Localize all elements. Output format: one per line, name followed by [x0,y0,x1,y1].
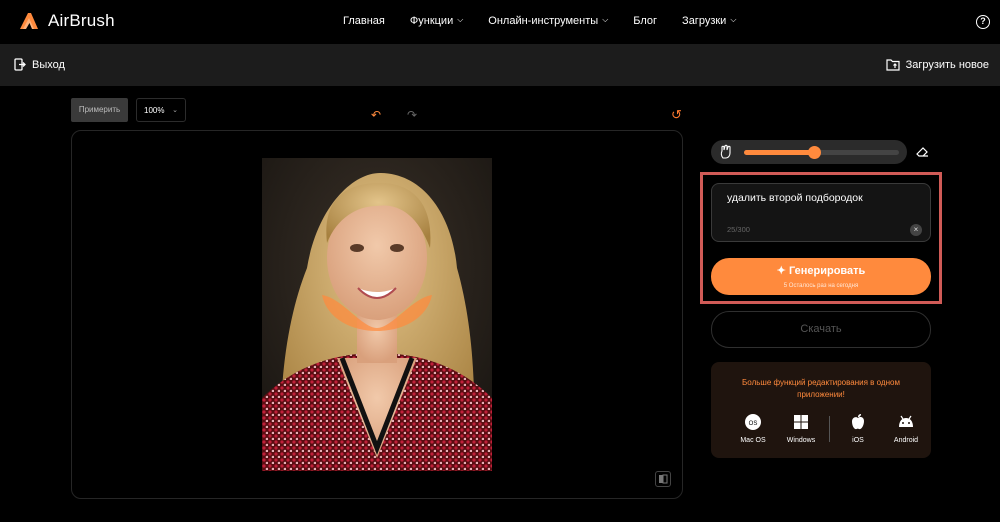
prompt-input[interactable]: удалить второй подбородок 25/300 × [711,183,931,242]
hand-brush-icon [720,144,731,159]
zoom-select[interactable]: 100% ⌄ [136,98,186,122]
macos-icon: OS [745,414,761,430]
nav-item-downloads[interactable]: Загрузки ⌵ [682,15,736,27]
exit-button[interactable]: Выход [14,58,65,71]
brush-size-slider[interactable] [744,146,899,159]
download-button[interactable]: Скачать [711,311,931,348]
app-promo: Больше функций редактирования в одном пр… [711,362,931,458]
platform-macos[interactable]: OS Mac OS [729,412,777,444]
promo-title: Больше функций редактирования в одном пр… [742,378,900,399]
generate-button[interactable]: ✦ Генерировать 5 Осталось раз на сегодня [711,258,931,295]
sparkle-icon: ✦ [776,265,786,277]
brand-logo[interactable]: AirBrush [18,10,115,32]
zoom-value: 100% [144,105,165,115]
prompt-text: удалить второй подбородок [727,192,863,204]
nav-item-label: Блог [633,15,658,27]
platform-label: iOS [852,437,864,444]
clear-icon[interactable]: × [910,224,922,236]
platform-label: Windows [786,437,816,444]
remaining-uses: 5 Осталось раз на сегодня [783,283,859,289]
divider [829,416,830,442]
nav-item-label: Онлайн-инструменты [488,15,599,27]
redo-icon[interactable]: ↷ [407,108,417,122]
nav-item-label: Функции [409,15,454,27]
platform-list: OS Mac OS Windows iOS Android [729,412,930,444]
reset-icon[interactable]: ↺ [671,107,682,123]
upload-folder-icon [885,59,900,71]
photo-preview[interactable] [262,158,492,471]
portrait-image [262,158,492,471]
platform-ios[interactable]: iOS [834,412,882,444]
chevron-down-icon: ⌵ [457,15,464,24]
question-circle-icon[interactable]: ? [976,15,990,29]
nav-item-home[interactable]: Главная [343,15,385,27]
eraser-icon[interactable] [915,145,929,163]
upload-new-button[interactable]: Загрузить новое [885,58,989,71]
platform-windows[interactable]: Windows [777,412,825,444]
nav-item-online-tools[interactable]: Онлайн-инструменты ⌵ [488,15,608,27]
platform-label: Android [893,437,919,444]
windows-icon [794,415,808,429]
exit-icon [14,58,26,71]
undo-icon[interactable]: ↶ [371,108,381,122]
nav-item-blog[interactable]: Блог [633,15,657,27]
exit-label: Выход [32,58,65,71]
editor-toolbar: Выход Загрузить новое [0,44,1000,86]
brush-size-control [711,140,907,164]
slider-handle[interactable] [807,146,821,159]
svg-text:OS: OS [749,421,758,427]
try-on-button[interactable]: Примерить [71,98,128,122]
chevron-down-icon: ⌄ [172,107,178,114]
chevron-down-icon: ⌵ [602,15,609,24]
upload-new-label: Загрузить новое [905,58,989,71]
main-menu: Главная Функции ⌵ Онлайн-инструменты ⌵ Бло… [343,15,761,27]
nav-item-label: Загрузки [682,15,727,27]
airbrush-logo-icon [20,13,38,29]
brand-name: AirBrush [48,11,115,30]
top-nav: AirBrush Главная Функции ⌵ Онлайн-инструм… [0,0,1000,44]
generate-label: Генерировать [788,265,866,277]
android-icon [899,415,913,427]
platform-android[interactable]: Android [882,412,930,444]
apple-icon [852,414,864,430]
nav-item-features[interactable]: Функции ⌵ [410,15,463,27]
character-counter: 25/300 [727,225,750,234]
slider-fill [744,150,814,155]
nav-item-label: Главная [343,15,385,27]
platform-label: Mac OS [740,437,766,444]
generate-label-row: ✦ Генерировать [711,264,931,277]
chevron-down-icon: ⌵ [730,15,737,24]
compare-icon[interactable] [655,471,671,487]
